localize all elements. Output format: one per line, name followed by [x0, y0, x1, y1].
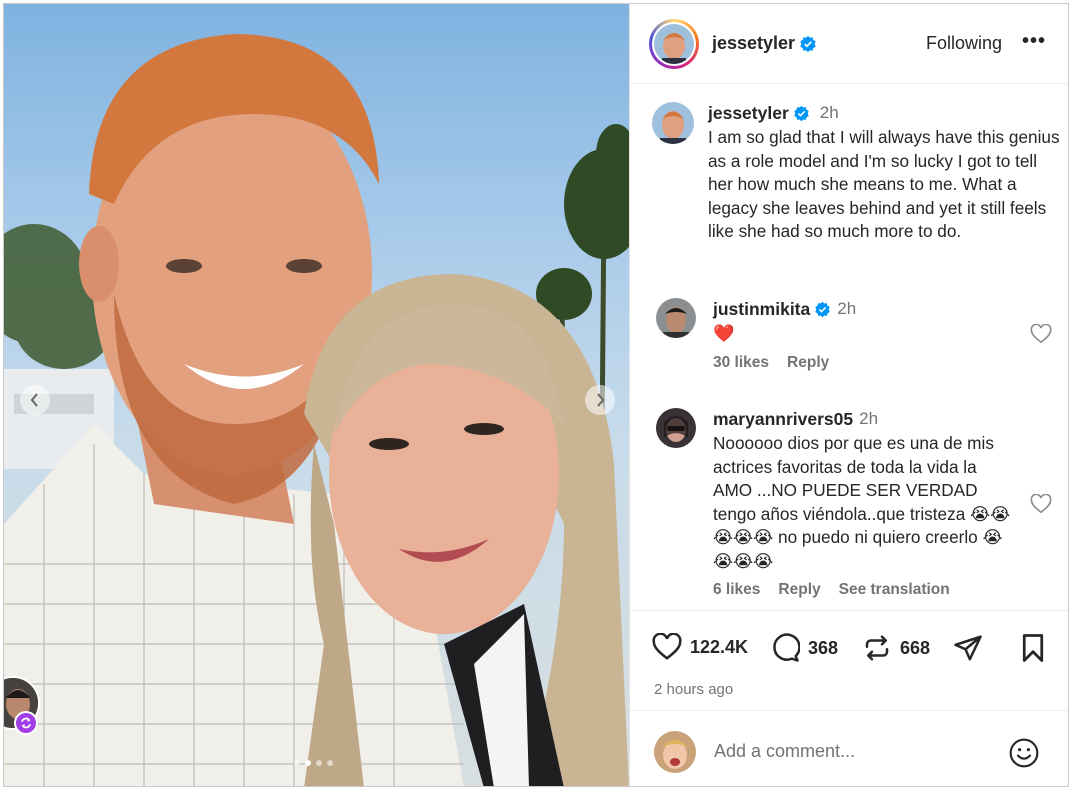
commenter-avatar[interactable]	[656, 298, 696, 338]
speech-bubble-icon	[773, 633, 800, 662]
add-comment-input[interactable]	[714, 741, 994, 762]
paper-plane-icon	[954, 635, 982, 661]
comment-timestamp: 2h	[859, 409, 879, 428]
like-comment-heart-icon[interactable]	[1030, 494, 1052, 514]
comment-likes-count[interactable]: 6 likes	[713, 581, 760, 599]
likes-count[interactable]: 122.4K	[690, 637, 748, 658]
post-timestamp: 2 hours ago	[654, 681, 734, 698]
repost-icon	[21, 717, 31, 729]
carousel-indicator	[294, 760, 333, 766]
carousel-dot	[294, 760, 300, 766]
add-comment-bar	[630, 710, 1068, 786]
author-username[interactable]: jessetyler	[712, 33, 795, 54]
following-button[interactable]: Following	[926, 33, 1002, 54]
author-avatar[interactable]	[654, 24, 694, 64]
comment-text: ❤️	[713, 323, 735, 343]
current-user-avatar	[654, 731, 696, 773]
commenter-avatar[interactable]	[656, 408, 696, 448]
comment-text: Noooooo dios por que es una de mis actri…	[713, 433, 1011, 571]
verified-badge-icon	[815, 301, 830, 317]
avatar-image	[654, 24, 694, 64]
chevron-right-icon	[597, 393, 605, 407]
save-button[interactable]	[1020, 633, 1046, 663]
repost-icon	[865, 635, 889, 661]
like-button[interactable]: 122.4K	[652, 633, 748, 661]
next-photo-button[interactable]	[585, 385, 615, 415]
carousel-dot	[316, 760, 322, 766]
caption-timestamp: 2h	[819, 103, 839, 122]
carousel-dot	[327, 760, 333, 766]
post-sidebar: jessetyler Following ••• jessetyler 2h I…	[629, 4, 1068, 786]
caption-author-avatar[interactable]	[652, 102, 694, 144]
comment-button[interactable]: 368	[770, 633, 838, 663]
chevron-left-icon	[30, 393, 38, 407]
previous-photo-button[interactable]	[20, 385, 50, 415]
avatar-image	[656, 298, 696, 338]
avatar-image	[652, 102, 694, 144]
smiley-icon[interactable]	[1008, 737, 1040, 769]
post-header: jessetyler Following •••	[630, 4, 1068, 84]
like-comment-heart-icon[interactable]	[1030, 324, 1052, 344]
post-modal: jessetyler Following ••• jessetyler 2h I…	[3, 3, 1069, 787]
comment-timestamp: 2h	[837, 299, 857, 318]
caption-username[interactable]: jessetyler	[708, 103, 789, 124]
carousel-dot-active	[305, 760, 311, 766]
comment-username[interactable]: justinmikita	[713, 299, 810, 320]
bookmark-icon	[1022, 634, 1044, 662]
verified-badge-icon	[794, 105, 809, 121]
post-photo[interactable]	[4, 4, 629, 786]
repost-badge	[14, 711, 38, 735]
share-button[interactable]	[952, 633, 984, 663]
reposts-count: 668	[900, 637, 931, 658]
heart-icon	[652, 633, 682, 660]
post-actions: 122.4K 368 668 2 hours ago	[630, 610, 1068, 710]
avatar-image	[654, 731, 696, 773]
reply-button[interactable]: Reply	[778, 581, 820, 599]
more-options-button[interactable]: •••	[1022, 30, 1046, 53]
verified-badge-icon	[800, 35, 816, 52]
comment-likes-count[interactable]: 30 likes	[713, 354, 769, 372]
see-translation-button[interactable]: See translation	[839, 581, 950, 599]
selfie-photo	[4, 34, 629, 786]
caption-text: I am so glad that I will always have thi…	[708, 127, 1060, 241]
comment-username[interactable]: maryannrivers05	[713, 409, 853, 430]
reply-button[interactable]: Reply	[787, 354, 829, 372]
comments-count: 368	[808, 637, 839, 658]
repost-button[interactable]: 668	[862, 633, 930, 663]
avatar-image	[656, 408, 696, 448]
story-ring[interactable]	[649, 19, 699, 69]
